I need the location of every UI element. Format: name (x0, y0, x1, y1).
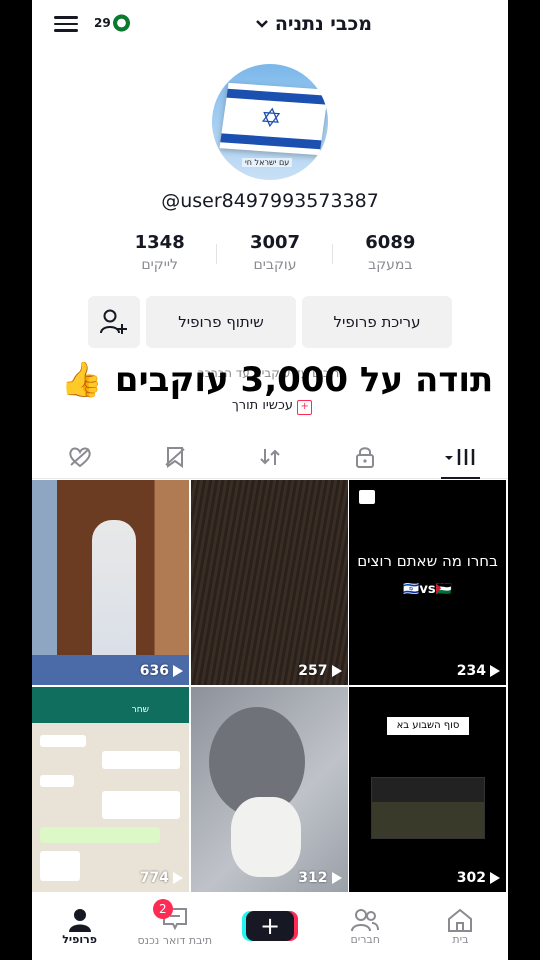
stat-followers[interactable]: 3007 עוקבים (217, 232, 334, 282)
stat-following[interactable]: 6089 במעקב (333, 232, 448, 282)
overlay-banner: תודה על 3,000 עוקבים 👍 (60, 360, 494, 400)
tab-videos[interactable] (413, 436, 508, 479)
play-icon (173, 665, 183, 677)
home-icon (448, 908, 473, 932)
play-icon (331, 665, 342, 677)
photo-icon (359, 490, 375, 504)
person-icon (68, 908, 91, 932)
video-thumbnail[interactable]: 257 (190, 480, 348, 685)
tab-private[interactable] (318, 436, 413, 478)
club-logo: 29 (94, 8, 130, 38)
profile-screen: 29 מכבי נתניה ✡ עם ישראל חי @user8497993… (32, 0, 508, 960)
tab-favorites[interactable] (127, 436, 222, 478)
play-icon (331, 871, 342, 884)
add-user-icon (100, 309, 127, 334)
video-thumbnail[interactable]: שחר 774 (32, 686, 189, 892)
add-friend-button[interactable] (88, 296, 140, 348)
friends-icon (351, 908, 380, 931)
plus-icon: + (246, 911, 294, 941)
view-count: 257 (298, 663, 342, 679)
video-thumbnail[interactable]: 636 (32, 480, 189, 685)
menu-button[interactable] (54, 12, 78, 34)
avatar[interactable]: ✡ עם ישראל חי (212, 64, 328, 180)
username: @user8497993573387 (161, 190, 379, 212)
thumbnail-caption: שחר (131, 704, 149, 715)
bookmark-hidden-icon (165, 447, 185, 468)
play-icon (490, 665, 500, 677)
video-thumbnail[interactable]: בחרו מה שאתם רוצים 🇮🇱vs🇵🇸 234 (349, 480, 506, 685)
play-icon (490, 871, 500, 884)
account-switcher[interactable]: מכבי נתניה (212, 10, 372, 38)
nav-create[interactable]: + (222, 892, 317, 960)
crest-icon (112, 12, 130, 34)
nav-friends[interactable]: חברים (318, 892, 413, 960)
inbox-icon-wrap: 2 (152, 899, 189, 934)
menu-icon (54, 16, 78, 19)
share-profile-button[interactable]: שיתוף פרופיל (146, 296, 296, 348)
israel-flag-image: ✡ (219, 82, 328, 156)
heart-hidden-icon (68, 447, 91, 468)
chevron-down-icon (255, 20, 268, 28)
play-icon (173, 871, 183, 884)
profile-tabs (32, 436, 508, 479)
view-count: 774 (140, 870, 183, 886)
nav-profile[interactable]: פרופיל (32, 892, 127, 960)
stat-likes[interactable]: 1348 לייקים (102, 232, 218, 282)
view-count: 312 (298, 870, 342, 886)
thumbnail-caption: סוף השבוע בא (387, 716, 469, 735)
bottom-nav: פרופיל 2 תיבת דואר נכנס + חברים בית (32, 892, 508, 960)
repost-icon (260, 449, 280, 465)
view-count: 636 (140, 663, 183, 679)
thumbnail-caption: בחרו מה שאתם רוצים (357, 552, 498, 570)
tab-liked[interactable] (32, 436, 127, 478)
account-name: מכבי נתניה (274, 13, 372, 35)
logo-text: 29 (94, 16, 111, 30)
nav-home[interactable]: בית (413, 892, 508, 960)
video-thumbnail[interactable]: 312 (190, 686, 348, 892)
lock-icon (356, 447, 375, 468)
avatar-caption: עם ישראל חי (242, 158, 293, 167)
grid-icon (445, 449, 475, 465)
video-thumbnail[interactable]: סוף השבוע בא 302 (349, 686, 506, 892)
view-count: 234 (457, 663, 500, 679)
stats-row: 6089 במעקב 3007 עוקבים 1348 לייקים (102, 232, 448, 282)
thumbnail-subcaption: 🇮🇱vs🇵🇸 (403, 582, 452, 597)
tab-reposts[interactable] (222, 436, 317, 478)
edit-profile-button[interactable]: עריכת פרופיל (302, 296, 452, 348)
video-grid: 636 257 בחרו מה שאתם רוצים 🇮🇱vs🇵🇸 234 שח… (32, 480, 508, 892)
notification-badge: 2 (152, 899, 173, 919)
view-count: 302 (457, 870, 500, 886)
nav-inbox[interactable]: 2 תיבת דואר נכנס (127, 892, 222, 960)
